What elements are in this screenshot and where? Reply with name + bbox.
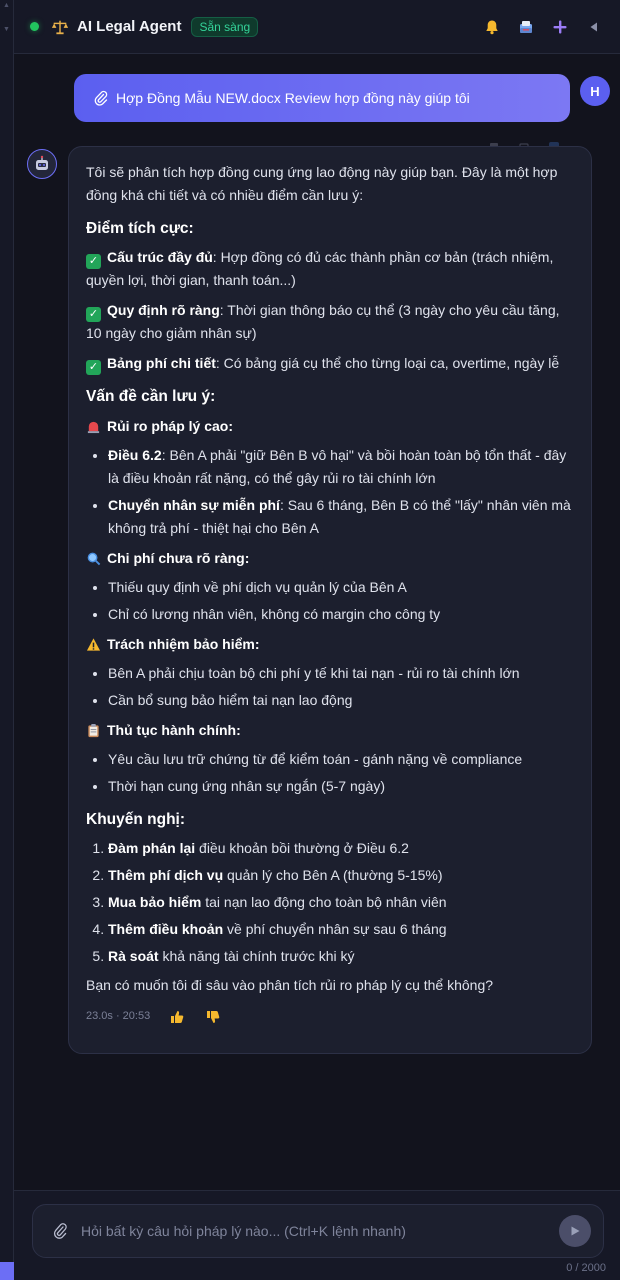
list-item: Thêm điều khoản về phí chuyển nhân sự sa… <box>108 918 575 941</box>
check-mark-icon: ✓ <box>86 307 101 322</box>
thumbs-up-button[interactable] <box>168 1008 186 1026</box>
list-item: Mua bảo hiểm tai nạn lao động cho toàn b… <box>108 891 575 914</box>
scroll-up-icon[interactable]: ▲ <box>3 2 10 9</box>
positive-item: ✓ Quy định rõ ràng: Thời gian thông báo c… <box>86 302 560 341</box>
response-time: 23.0s · 20:53 <box>86 1010 151 1022</box>
list-item: Thêm phí dịch vụ quản lý cho Bên A (thườ… <box>108 864 575 887</box>
list-item: Bên A phải chịu toàn bộ chi phí y tế khi… <box>108 662 575 685</box>
attach-button[interactable] <box>53 1222 67 1240</box>
recommendation-list: Đàm phán lại điều khoản bồi thường ở Điề… <box>86 837 575 968</box>
positive-item: ✓ Cấu trúc đầy đủ: Hợp đồng có đủ các thà… <box>86 249 554 288</box>
positive-item: ✓ Bảng phí chi tiết: Có bảng giá cụ thể c… <box>86 352 575 375</box>
clipboard-icon <box>88 723 99 738</box>
user-message: Hợp Đồng Mẫu NEW.docx Review hợp đồng nà… <box>74 74 570 122</box>
inbox-icon <box>520 20 532 33</box>
chat-area[interactable]: Hợp Đồng Mẫu NEW.docx Review hợp đồng nà… <box>14 54 620 1190</box>
status-dot <box>30 22 39 31</box>
thumbs-down-icon <box>207 1010 220 1023</box>
check-mark-icon: ✓ <box>86 360 101 375</box>
char-count: 0 / 2000 <box>566 1262 606 1274</box>
issue-list: Điều 6.2: Bên A phải "giữ Bên B vô hại" … <box>86 444 575 540</box>
issue-list: Thiếu quy định về phí dịch vụ quản lý củ… <box>86 576 575 626</box>
message-meta: 23.0s · 20:53 <box>86 1005 575 1028</box>
issues-heading: Vấn đề cần lưu ý: <box>86 388 216 405</box>
new-chat-button[interactable] <box>550 17 570 37</box>
rail-accent <box>0 1262 14 1280</box>
siren-icon <box>87 421 100 434</box>
list-item: Cần bổ sung bảo hiểm tai nạn lao động <box>108 689 575 712</box>
list-item: Thiếu quy định về phí dịch vụ quản lý củ… <box>108 576 575 599</box>
left-rail: ▲ ▼ <box>0 0 14 1280</box>
closing-text: Bạn có muốn tôi đi sâu vào phân tích rủi… <box>86 977 494 993</box>
issue-list: Yêu cầu lưu trữ chứng từ để kiểm toán - … <box>86 748 575 798</box>
list-item: Chuyển nhân sự miễn phí: Sau 6 tháng, Bê… <box>108 494 575 540</box>
positives-heading: Điểm tích cực: <box>86 220 194 237</box>
issue-list: Bên A phải chịu toàn bộ chi phí y tế khi… <box>86 662 575 712</box>
issue-group-title: Trách nhiệm bảo hiểm: <box>86 633 575 656</box>
send-button[interactable] <box>559 1215 591 1247</box>
status-badge: Sẵn sàng <box>191 16 259 37</box>
list-item: Rà soát khả năng tài chính trước khi ký <box>108 945 575 968</box>
list-item: Thời hạn cung ứng nhân sự ngắn (5-7 ngày… <box>108 775 575 798</box>
list-item: Đàm phán lại điều khoản bồi thường ở Điề… <box>108 837 575 860</box>
paperclip-icon <box>94 90 108 106</box>
issue-group-title: Rủi ro pháp lý cao: <box>86 415 575 438</box>
inbox-button[interactable] <box>516 17 536 37</box>
user-avatar: H <box>580 76 610 106</box>
user-message-text: Hợp Đồng Mẫu NEW.docx Review hợp đồng nà… <box>116 90 470 106</box>
scales-icon <box>51 20 69 34</box>
recommendations-heading: Khuyến nghị: <box>86 811 186 828</box>
assistant-message: Tôi sẽ phân tích hợp đồng cung ứng lao đ… <box>68 146 592 1054</box>
thumbs-down-button[interactable] <box>204 1008 222 1026</box>
paperclip-icon <box>53 1223 67 1239</box>
thumbs-up-icon <box>171 1010 184 1023</box>
collapse-icon <box>590 22 597 31</box>
app-title: AI Legal Agent <box>77 18 182 35</box>
assistant-avatar <box>27 149 57 179</box>
list-item: Chỉ có lương nhân viên, không có margin … <box>108 603 575 626</box>
composer <box>32 1204 604 1258</box>
robot-icon <box>36 155 48 170</box>
list-item: Điều 6.2: Bên A phải "giữ Bên B vô hại" … <box>108 444 575 490</box>
issue-group-title: Thủ tục hành chính: <box>86 719 575 742</box>
check-mark-icon: ✓ <box>86 254 101 269</box>
scroll-down-icon[interactable]: ▼ <box>3 26 10 33</box>
composer-area: 0 / 2000 <box>14 1190 620 1280</box>
issue-group-title: Chi phí chưa rõ ràng: <box>86 547 575 570</box>
intro-text: Tôi sẽ phân tích hợp đồng cung ứng lao đ… <box>86 164 558 203</box>
list-item: Yêu cầu lưu trữ chứng từ để kiểm toán - … <box>108 748 575 771</box>
notifications-button[interactable] <box>482 17 502 37</box>
app-header: AI Legal Agent Sẵn sàng <box>14 0 620 54</box>
magnifier-icon <box>87 552 101 566</box>
plus-icon <box>553 20 567 33</box>
send-icon <box>571 1226 580 1236</box>
warning-icon <box>86 638 101 651</box>
question-input[interactable] <box>81 1223 559 1239</box>
bell-icon <box>486 20 498 34</box>
collapse-button[interactable] <box>584 17 604 37</box>
